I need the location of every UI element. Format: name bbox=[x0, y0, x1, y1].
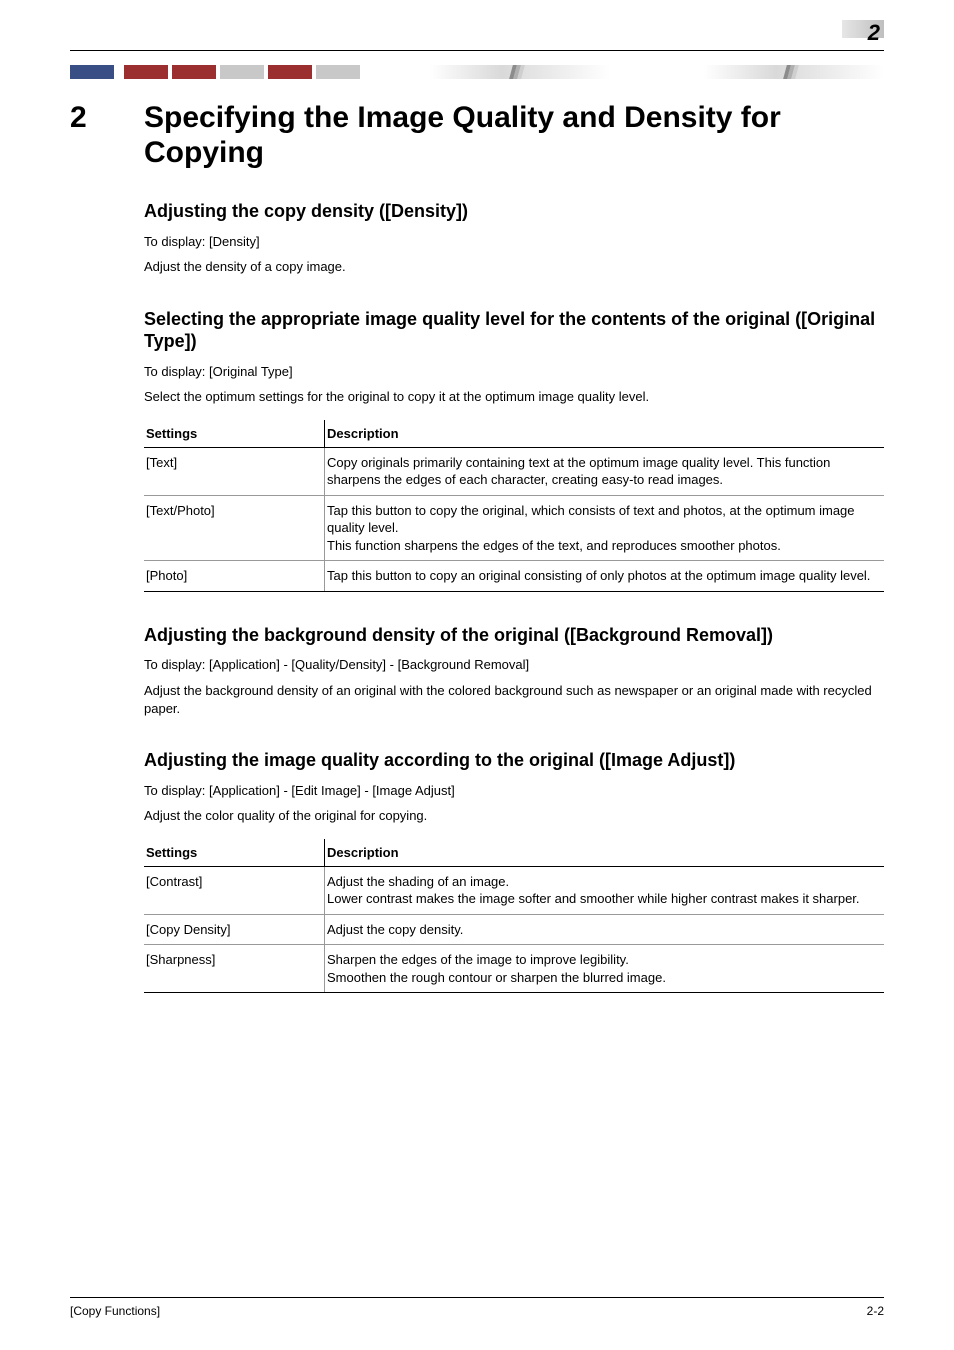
setting-name: [Text] bbox=[144, 447, 325, 495]
section-original-type-to-display: To display: [Original Type] bbox=[144, 363, 884, 381]
setting-description: Adjust the shading of an image.Lower con… bbox=[325, 866, 885, 914]
setting-name: [Text/Photo] bbox=[144, 495, 325, 561]
table-header-settings: Settings bbox=[144, 839, 325, 867]
section-density-to-display: To display: [Density] bbox=[144, 233, 884, 251]
setting-name: [Sharpness] bbox=[144, 945, 325, 993]
section-background-removal-heading: Adjusting the background density of the … bbox=[144, 624, 884, 647]
header-chapter-number: 2 bbox=[842, 20, 884, 50]
section-density-body: Adjust the density of a copy image. bbox=[144, 258, 884, 276]
table-row: [Sharpness] Sharpen the edges of the ima… bbox=[144, 945, 884, 993]
setting-name: [Photo] bbox=[144, 561, 325, 592]
table-row: [Photo] Tap this button to copy an origi… bbox=[144, 561, 884, 592]
section-density-heading: Adjusting the copy density ([Density]) bbox=[144, 200, 884, 223]
image-adjust-table: Settings Description [Contrast] Adjust t… bbox=[144, 839, 884, 994]
table-row: [Copy Density] Adjust the copy density. bbox=[144, 914, 884, 945]
table-header-settings: Settings bbox=[144, 420, 325, 448]
table-row: [Text] Copy originals primarily containi… bbox=[144, 447, 884, 495]
table-header-description: Description bbox=[325, 839, 885, 867]
section-background-removal-body: Adjust the background density of an orig… bbox=[144, 682, 884, 717]
setting-description: Adjust the copy density. bbox=[325, 914, 885, 945]
decorative-color-band bbox=[70, 65, 884, 83]
chapter-heading: 2 Specifying the Image Quality and Densi… bbox=[70, 101, 884, 170]
table-header-description: Description bbox=[325, 420, 885, 448]
chapter-number: 2 bbox=[70, 101, 144, 134]
section-original-type-heading: Selecting the appropriate image quality … bbox=[144, 308, 884, 353]
section-original-type-body: Select the optimum settings for the orig… bbox=[144, 388, 884, 406]
section-image-adjust-heading: Adjusting the image quality according to… bbox=[144, 749, 884, 772]
header-chapter-number-text: 2 bbox=[868, 20, 884, 45]
section-image-adjust-body: Adjust the color quality of the original… bbox=[144, 807, 884, 825]
table-row: [Contrast] Adjust the shading of an imag… bbox=[144, 866, 884, 914]
footer-right: 2-2 bbox=[867, 1304, 884, 1318]
table-row: [Text/Photo] Tap this button to copy the… bbox=[144, 495, 884, 561]
section-background-removal: Adjusting the background density of the … bbox=[144, 624, 884, 717]
setting-description: Tap this button to copy an original cons… bbox=[325, 561, 885, 592]
original-type-table: Settings Description [Text] Copy origina… bbox=[144, 420, 884, 592]
section-density: Adjusting the copy density ([Density]) T… bbox=[144, 200, 884, 276]
chapter-title: Specifying the Image Quality and Density… bbox=[144, 101, 884, 170]
page-footer: [Copy Functions] 2-2 bbox=[70, 1297, 884, 1318]
footer-left: [Copy Functions] bbox=[70, 1304, 160, 1318]
section-original-type: Selecting the appropriate image quality … bbox=[144, 308, 884, 592]
setting-description: Copy originals primarily containing text… bbox=[325, 447, 885, 495]
header-rule bbox=[70, 50, 884, 51]
setting-name: [Copy Density] bbox=[144, 914, 325, 945]
setting-name: [Contrast] bbox=[144, 866, 325, 914]
section-background-removal-to-display: To display: [Application] - [Quality/Den… bbox=[144, 656, 884, 674]
setting-description: Sharpen the edges of the image to improv… bbox=[325, 945, 885, 993]
setting-description: Tap this button to copy the original, wh… bbox=[325, 495, 885, 561]
section-image-adjust: Adjusting the image quality according to… bbox=[144, 749, 884, 993]
section-image-adjust-to-display: To display: [Application] - [Edit Image]… bbox=[144, 782, 884, 800]
